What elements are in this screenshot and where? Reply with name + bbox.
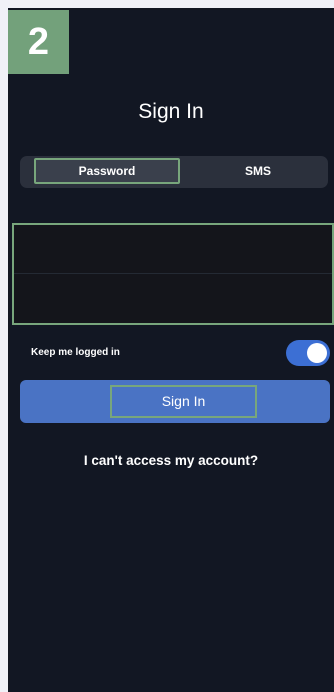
step-number-badge: 2 <box>8 10 69 74</box>
app-screen: Sign In Password SMS Keep me logged in S… <box>8 8 334 692</box>
tab-password[interactable]: Password <box>34 158 180 184</box>
toggle-knob <box>307 343 327 363</box>
password-field[interactable] <box>14 275 332 323</box>
credentials-fields <box>12 223 334 325</box>
sign-in-button[interactable]: Sign In <box>20 380 330 423</box>
login-method-switch: Password SMS <box>20 156 328 188</box>
username-field[interactable] <box>14 225 332 273</box>
keep-logged-in-label: Keep me logged in <box>31 347 120 358</box>
sign-in-button-label: Sign In <box>110 385 257 418</box>
keep-logged-in-toggle[interactable] <box>286 340 330 366</box>
page-title: Sign In <box>138 100 204 123</box>
field-divider <box>14 273 332 274</box>
tab-sms[interactable]: SMS <box>188 158 328 184</box>
cant-access-account-link[interactable]: I can't access my account? <box>8 453 334 468</box>
